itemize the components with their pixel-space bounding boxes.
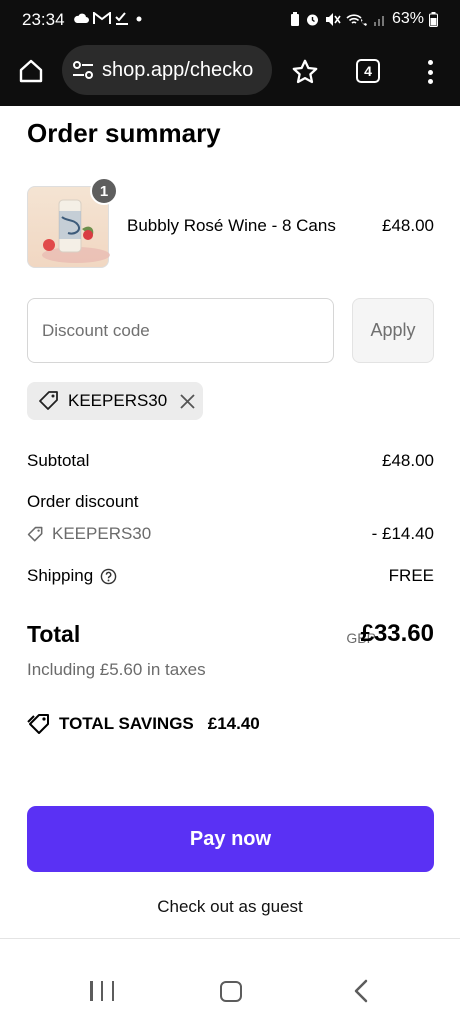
browser-toolbar: shop.app/checko 4 <box>0 40 460 106</box>
wifi-call-icon <box>346 13 367 26</box>
signal-icon <box>373 16 384 26</box>
remove-discount-icon[interactable] <box>179 393 195 409</box>
total-savings-label: TOTAL SAVINGS <box>59 714 194 733</box>
gmail-icon <box>93 11 111 24</box>
order-discount-value: - £14.40 <box>371 524 434 543</box>
back-icon[interactable] <box>352 979 370 1003</box>
battery-icon <box>429 11 438 27</box>
android-nav-bar <box>0 939 460 1024</box>
home-button[interactable] <box>14 54 48 88</box>
applied-discount-chip: KEEPERS30 <box>27 382 203 420</box>
cloud-icon <box>74 13 89 23</box>
address-bar[interactable]: shop.app/checko <box>62 45 272 95</box>
tag-icon <box>39 391 58 410</box>
check-download-icon <box>115 12 128 25</box>
subtotal-label: Subtotal <box>27 451 90 470</box>
home-nav-icon[interactable] <box>220 981 242 1002</box>
total-savings-value: £14.40 <box>207 714 260 733</box>
system-icons: 63% <box>290 10 438 28</box>
quantity-badge: 1 <box>90 177 118 205</box>
subtotal-value: £48.00 <box>382 451 434 470</box>
battery-saver-icon <box>290 11 299 26</box>
status-bar: 23:34 63% <box>0 0 460 40</box>
total-label: Total <box>27 621 81 647</box>
applied-discount-code: KEEPERS30 <box>68 391 168 410</box>
tag-icon <box>27 526 43 541</box>
checkout-as-guest-link[interactable]: Check out as guest <box>0 897 460 917</box>
mute-icon <box>325 12 341 26</box>
notification-icons <box>73 11 145 25</box>
help-icon[interactable] <box>100 568 117 585</box>
dot-icon <box>136 16 142 22</box>
recents-icon[interactable] <box>90 981 114 1001</box>
pay-now-button[interactable]: Pay now <box>27 806 434 872</box>
product-name: Bubbly Rosé Wine - 8 Cans <box>127 216 336 235</box>
bookmark-button[interactable] <box>290 57 320 87</box>
status-time: 23:34 <box>22 10 65 29</box>
shipping-row: Shipping <box>27 566 117 586</box>
url-text: shop.app/checko <box>102 58 254 81</box>
home-icon <box>19 59 43 83</box>
product-price: £48.00 <box>382 216 434 235</box>
order-discount-label: Order discount <box>27 492 139 511</box>
shipping-value: FREE <box>388 566 434 585</box>
alarm-icon <box>306 14 318 25</box>
more-menu-icon[interactable] <box>420 57 440 87</box>
order-discount-code-row: KEEPERS30 <box>27 524 151 544</box>
total-savings-row: TOTAL SAVINGS £14.40 <box>27 713 260 735</box>
apply-button[interactable]: Apply <box>352 298 434 363</box>
tax-note: Including £5.60 in taxes <box>27 660 206 679</box>
shipping-label: Shipping <box>27 566 94 585</box>
order-discount-code: KEEPERS30 <box>52 524 152 543</box>
tags-icon <box>27 714 49 734</box>
site-settings-icon[interactable] <box>72 59 94 81</box>
discount-code-input[interactable] <box>27 298 334 363</box>
total-value: £33.60 <box>360 620 434 647</box>
page-title: Order summary <box>27 118 221 148</box>
battery-percent: 63% <box>391 10 424 27</box>
star-icon <box>292 59 318 84</box>
tab-switcher-button[interactable]: 4 <box>356 59 380 83</box>
